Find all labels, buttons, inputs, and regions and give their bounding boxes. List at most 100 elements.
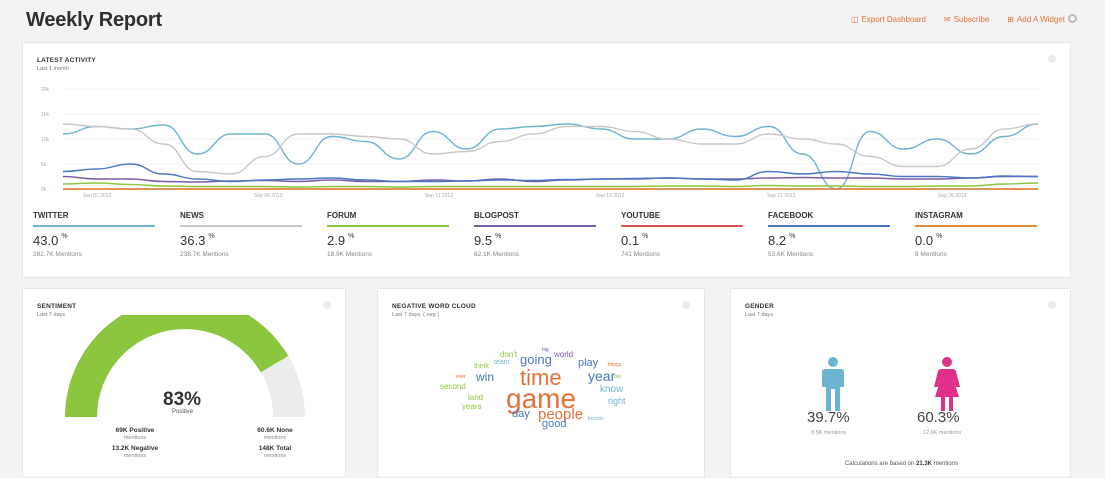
header-actions: ◫ Export Dashboard ✉ Subscribe ⊞ Add A W… (851, 15, 1065, 24)
sentiment-total-sub: mentions (263, 453, 287, 459)
sentiment-positive-sub: mentions (123, 435, 147, 441)
gear-icon[interactable] (1068, 14, 1077, 23)
cloud-word[interactable]: day (512, 409, 530, 420)
x-tick-label: Sep 06 2013 (254, 193, 283, 199)
cloud-word[interactable]: team (494, 359, 510, 366)
y-tick-label: 15k (41, 112, 50, 118)
card-title: GENDER (745, 303, 775, 310)
male-mentions: 8.5K mentions (811, 430, 847, 436)
source-stats: TWITTER 43.0% 282.7K Mentions NEWS 36.3%… (33, 211, 1063, 258)
cloud-word[interactable]: ever (456, 375, 466, 380)
stat-color-line (768, 225, 890, 227)
male-icon (822, 357, 844, 411)
female-icon (934, 357, 960, 411)
cloud-word[interactable]: toronto (588, 417, 604, 422)
stat-youtube[interactable]: YOUTUBE 0.1% 741 Mentions (621, 211, 768, 258)
stat-instagram[interactable]: INSTAGRAM 0.0% 8 Mentions (915, 211, 1062, 258)
stat-number: 0.1 (621, 233, 640, 248)
x-tick-label: Sep 26 2013 (938, 193, 967, 199)
cloud-word[interactable]: good (542, 419, 566, 430)
stat-unit: % (495, 233, 502, 240)
sentiment-none-value: 60.6K None (257, 427, 293, 434)
sentiment-total: 148K Total mentions (235, 445, 315, 459)
stat-blogpost[interactable]: BLOGPOST 9.5% 62.1K Mentions (474, 211, 621, 258)
export-dashboard-button[interactable]: ◫ Export Dashboard (851, 15, 926, 24)
cloud-word[interactable]: year (588, 369, 615, 383)
subscribe-label: Subscribe (953, 15, 990, 24)
stat-name: INSTAGRAM (915, 211, 963, 220)
stat-twitter[interactable]: TWITTER 43.0% 282.7K Mentions (33, 211, 180, 258)
cloud-word[interactable]: old (614, 375, 621, 380)
card-subtitle: Last 7 days, ( neg ) (392, 312, 440, 318)
stat-color-line (474, 225, 596, 227)
series-line-forum (62, 182, 1039, 188)
stat-name: FACEBOOK (768, 211, 814, 220)
stat-unit: % (61, 233, 68, 240)
stat-color-line (915, 225, 1037, 227)
stat-color-line (180, 225, 302, 227)
card-title: NEGATIVE WORD CLOUD (392, 303, 476, 310)
card-settings-icon[interactable] (1048, 301, 1056, 309)
stat-name: TWITTER (33, 211, 69, 220)
female-mentions: 12.9K mentions (923, 430, 962, 436)
stat-facebook[interactable]: FACEBOOK 8.2% 53.6K Mentions (768, 211, 915, 258)
stat-unit: % (642, 233, 649, 240)
stat-mentions: 53.6K Mentions (768, 251, 814, 258)
card-subtitle: Last 7 days (745, 312, 774, 318)
cloud-word[interactable]: know (600, 385, 623, 395)
sentiment-negative: 13.2K Negative mentions (95, 445, 175, 459)
negative-word-cloud-card: NEGATIVE WORD CLOUD Last 7 days, ( neg )… (377, 288, 705, 478)
add-widget-button[interactable]: ⊞ Add A Widget (1007, 15, 1065, 24)
x-tick-label: Sep 16 2013 (596, 193, 625, 199)
gender-card: GENDER Last 7 days 39.7% 8.5K mentions 6… (730, 288, 1071, 478)
y-tick-label: 10k (41, 137, 50, 143)
cloud-word[interactable]: things (608, 363, 621, 368)
calc-prefix: Calculations are based on (844, 461, 915, 467)
x-tick-label: Sep 11 2013 (425, 193, 453, 199)
y-tick-label: 5k (41, 162, 47, 168)
cloud-word[interactable]: play (578, 358, 598, 369)
calculation-note: Calculations are based on 21.3K mentions (731, 461, 1072, 467)
calc-suffix: mentions (933, 461, 959, 467)
stat-number: 9.5 (474, 233, 493, 248)
cloud-word[interactable]: second (440, 383, 466, 391)
stat-value: 9.5% (474, 233, 613, 248)
card-settings-icon[interactable] (323, 301, 331, 309)
card-settings-icon[interactable] (682, 301, 690, 309)
cloud-word[interactable]: world (554, 351, 573, 359)
sentiment-percent: 83% (163, 389, 202, 410)
x-tick-label: Sep 01 2013 (83, 193, 112, 199)
cloud-word[interactable]: think (474, 363, 489, 370)
stat-value: 0.0% (915, 233, 1054, 248)
stat-mentions: 238.7K Mentions (180, 251, 229, 258)
card-settings-icon[interactable] (1048, 55, 1056, 63)
cloud-word[interactable]: going (520, 353, 552, 366)
cloud-word[interactable]: win (476, 371, 494, 383)
stat-news[interactable]: NEWS 36.3% 238.7K Mentions (180, 211, 327, 258)
stat-color-line (33, 225, 155, 227)
stat-value: 2.9% (327, 233, 466, 248)
cloud-word[interactable]: time (520, 367, 562, 389)
subscribe-button[interactable]: ✉ Subscribe (944, 15, 989, 24)
cloud-word[interactable]: years (462, 403, 482, 411)
stat-mentions: 282.7K Mentions (33, 251, 82, 258)
sentiment-card: SENTIMENT Last 7 days 83% Positive 69K P… (22, 288, 346, 478)
calc-value: 21.3K (916, 461, 933, 467)
page-title: Weekly Report (26, 9, 162, 31)
cloud-word[interactable]: big (542, 348, 549, 353)
stat-number: 0.0 (915, 233, 934, 248)
activity-line-chart: 20k 15k 10k 5k 0k Sep 01 2013 Sep 06 2013 Sep 1… (41, 87, 1039, 199)
sentiment-total-value: 148K Total (258, 445, 292, 452)
add-widget-label: Add A Widget (1016, 15, 1065, 24)
y-tick-label: 20k (41, 87, 50, 93)
card-title: LATEST ACTIVITY (37, 57, 96, 64)
cloud-word[interactable]: land (468, 394, 483, 402)
stat-color-line (327, 225, 449, 227)
export-icon: ◫ (850, 15, 859, 24)
stat-unit: % (936, 233, 943, 240)
cloud-word[interactable]: don't (500, 351, 517, 359)
stat-forum[interactable]: FORUM 2.9% 18.9K Mentions (327, 211, 474, 258)
latest-activity-card: LATEST ACTIVITY Last 1 month 20k 15k 10k 5k… (22, 42, 1071, 278)
x-tick-label: Sep 21 2013 (767, 193, 796, 199)
cloud-word[interactable]: right (608, 397, 626, 406)
